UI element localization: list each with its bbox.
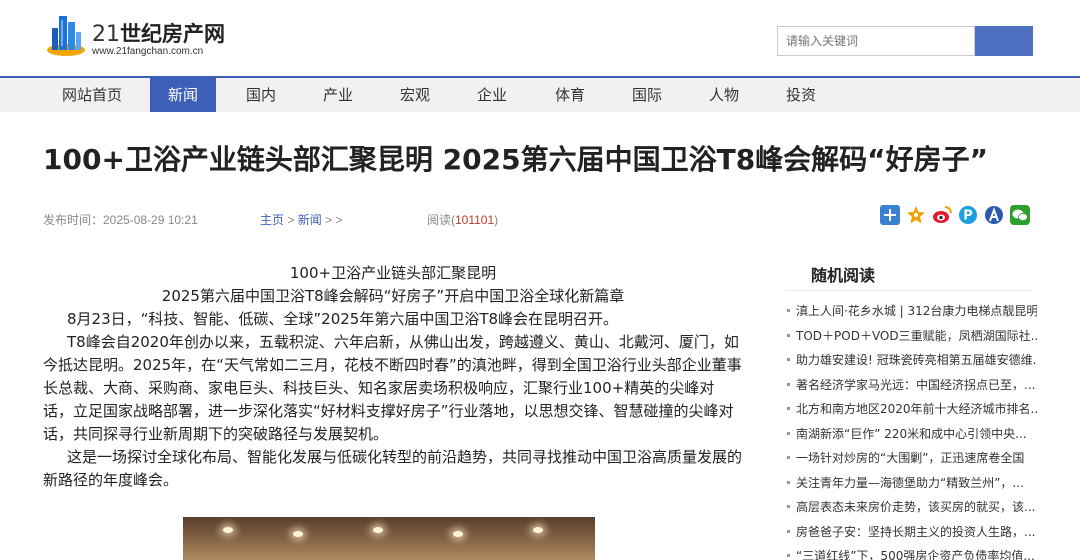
bullet-icon: [787, 480, 790, 484]
nav-item-news[interactable]: 新闻: [150, 78, 216, 112]
bullet-icon: [787, 529, 790, 533]
weibo-share-icon[interactable]: [932, 205, 952, 225]
list-item[interactable]: 高层表态未来房价走势，该买房的就买，该...: [787, 495, 1037, 520]
list-item[interactable]: 著名经济学家马光远：中国经济拐点已至，...: [787, 373, 1037, 398]
article-paragraph: 8月23日，“科技、智能、低碳、全球”2025年第六届中国卫浴T8峰会在昆明召开…: [67, 310, 619, 328]
breadcrumb: 主页 > 新闻 > >: [260, 211, 342, 228]
logo-url: www.21fangchan.com.cn: [92, 46, 204, 57]
list-item[interactable]: 北方和南方地区2020年前十大经济城市排名...: [787, 397, 1037, 422]
bullet-icon: [787, 554, 790, 557]
bullet-icon: [787, 309, 790, 312]
list-item-label: 关注青年力量—海德堡助力“精致兰州”，...: [796, 475, 1024, 490]
sidebar-title: 随机阅读: [811, 266, 876, 285]
p-share-icon[interactable]: P: [958, 205, 978, 225]
nav-item-international[interactable]: 国际: [616, 78, 678, 112]
star-share-icon[interactable]: [906, 205, 926, 225]
read-count-value: 101101: [455, 213, 495, 227]
wechat-share-icon[interactable]: [1010, 205, 1030, 225]
bullet-icon: [787, 431, 790, 435]
article-photo: [183, 517, 595, 560]
breadcrumb-news-link[interactable]: 新闻: [298, 213, 322, 227]
list-item-label: TOD＋POD＋VOD三重赋能，凤栖湖国际社...: [796, 328, 1037, 343]
list-item[interactable]: 房爸爸子安：坚持长期主义的投资人生路，...: [787, 520, 1037, 545]
article-body: 100+卫浴产业链头部汇聚昆明 2025第六届中国卫浴T8峰会解码“好房子”开启…: [43, 262, 743, 492]
breadcrumb-separator: >: [284, 213, 298, 227]
logo-name: 21世纪房产网: [92, 18, 225, 48]
bullet-icon: [787, 382, 790, 386]
nav-item-home[interactable]: 网站首页: [50, 78, 134, 112]
site-header: 21世纪房产网 www.21fangchan.com.cn: [0, 0, 1080, 76]
nav-item-enterprise[interactable]: 企业: [461, 78, 523, 112]
nav-item-sports[interactable]: 体育: [539, 78, 601, 112]
logo-number: 21: [92, 22, 120, 47]
person-share-icon[interactable]: [984, 205, 1004, 225]
nav-item-investment[interactable]: 投资: [770, 78, 832, 112]
list-item-label: 房爸爸子安：坚持长期主义的投资人生路，...: [796, 524, 1036, 539]
bullet-icon: [787, 505, 790, 508]
logo-title: 世纪房产网: [120, 22, 225, 46]
list-item[interactable]: 滇上人间·花乡水城 | 312台康力电梯点靓昆明...: [787, 299, 1037, 324]
list-item[interactable]: 关注青年力量—海德堡助力“精致兰州”，...: [787, 471, 1037, 496]
nav-item-macro[interactable]: 宏观: [384, 78, 446, 112]
list-item-label: 南湖新添“巨作” 220米和成中心引领中央...: [796, 426, 1027, 441]
search-input[interactable]: [777, 26, 975, 56]
list-item[interactable]: 助力雄安建设! 冠珠瓷砖亮相第五届雄安德维...: [787, 348, 1037, 373]
sidebar-divider: [787, 290, 1033, 291]
search-button[interactable]: [975, 26, 1033, 56]
list-item[interactable]: 南湖新添“巨作” 220米和成中心引领中央...: [787, 422, 1037, 447]
breadcrumb-separator: > >: [321, 213, 343, 227]
list-item-label: 高层表态未来房价走势，该买房的就买，该...: [796, 500, 1036, 514]
read-label: 阅读(: [427, 213, 455, 227]
list-item[interactable]: 一场针对炒房的“大围剿”，正迅速席卷全国: [787, 446, 1037, 471]
article-paragraph: T8峰会自2020年创办以来，五载积淀、六年启新，从佛山出发，跨越遵义、黄山、北…: [43, 333, 742, 443]
list-item-label: 一场针对炒房的“大围剿”，正迅速席卷全国: [796, 451, 1025, 465]
breadcrumb-home-link[interactable]: 主页: [260, 213, 284, 227]
list-item[interactable]: “三道红线”下，500强房企资产负债率均值...: [787, 544, 1037, 560]
logo-buildings-icon: [47, 16, 85, 56]
article-subtitle: 2025第六届中国卫浴T8峰会解码“好房子”开启中国卫浴全球化新篇章: [161, 287, 625, 305]
publish-time: 发布时间：2025-08-29 10:21: [43, 213, 198, 227]
article-title: 100+卫浴产业链头部汇聚昆明 2025第六届中国卫浴T8峰会解码“好房子”: [43, 143, 988, 176]
article-paragraph: 这是一场探讨全球化布局、智能化发展与低碳化转型的前沿趋势，共同寻找推动中国卫浴高…: [43, 448, 743, 489]
list-item-label: 滇上人间·花乡水城 | 312台康力电梯点靓昆明...: [796, 304, 1037, 318]
read-close: ): [494, 213, 499, 227]
list-item-label: 助力雄安建设! 冠珠瓷砖亮相第五届雄安德维...: [796, 353, 1037, 367]
bullet-icon: [787, 407, 790, 410]
plus-share-icon[interactable]: [880, 205, 900, 225]
nav-item-domestic[interactable]: 国内: [230, 78, 292, 112]
main-nav: 网站首页 新闻 国内 产业 宏观 企业 体育 国际 人物 投资: [0, 76, 1080, 112]
list-item-label: 著名经济学家马光远：中国经济拐点已至，...: [796, 377, 1036, 392]
svg-text:P: P: [963, 209, 973, 224]
list-item-label: 北方和南方地区2020年前十大经济城市排名...: [796, 402, 1037, 416]
read-count: 阅读(101101): [427, 211, 498, 228]
random-reading-list: 滇上人间·花乡水城 | 312台康力电梯点靓昆明... TOD＋POD＋VOD三…: [787, 299, 1037, 560]
bullet-icon: [787, 456, 790, 459]
article-subtitle: 100+卫浴产业链头部汇聚昆明: [289, 264, 497, 282]
nav-item-industry[interactable]: 产业: [307, 78, 369, 112]
list-item[interactable]: TOD＋POD＋VOD三重赋能，凤栖湖国际社...: [787, 324, 1037, 349]
site-logo[interactable]: 21世纪房产网 www.21fangchan.com.cn: [46, 10, 226, 66]
list-item-label: “三道红线”下，500强房企资产负债率均值...: [796, 549, 1035, 560]
nav-item-people[interactable]: 人物: [693, 78, 755, 112]
bullet-icon: [787, 333, 790, 337]
bullet-icon: [787, 358, 790, 361]
